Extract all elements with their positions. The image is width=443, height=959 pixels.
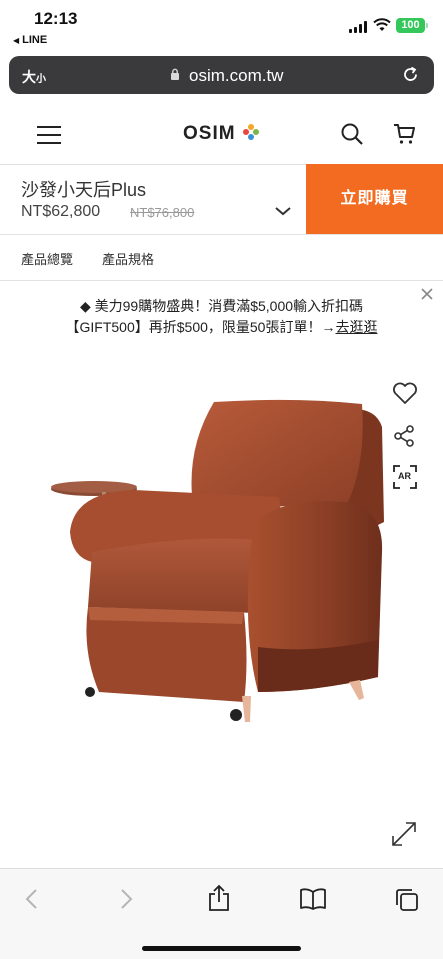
product-summary-bar: 沙發小天后Plus NT$62,800 NT$76,800 立即購買 [0, 164, 443, 234]
ar-label: AR [398, 471, 411, 481]
product-name: 沙發小天后Plus [21, 180, 147, 200]
share-icon[interactable] [392, 424, 416, 448]
product-image [51, 399, 384, 722]
promo-link[interactable]: 去逛逛 [335, 319, 377, 335]
search-icon[interactable] [340, 122, 364, 146]
divider [0, 280, 443, 281]
chevron-down-icon[interactable] [274, 205, 292, 217]
buy-now-button[interactable]: 立即購買 [306, 164, 443, 234]
promo-banner: ◆ 美力99購物盛典！消費滿$5,000輸入折扣碼 【GIFT500】再折$50… [0, 296, 443, 338]
menu-icon[interactable] [37, 126, 61, 144]
battery-indicator: 100 [396, 18, 428, 33]
forward-icon[interactable] [116, 887, 136, 911]
product-price: NT$62,800 [21, 203, 101, 220]
promo-line-2: 【GIFT500】再折$500，限量50張訂單！→去逛逛 [65, 319, 378, 335]
ar-view-button[interactable]: AR [392, 464, 418, 490]
tabs-icon[interactable] [394, 887, 420, 913]
address-bar[interactable]: 大小 osim.com.tw [9, 56, 434, 94]
heart-icon[interactable] [392, 381, 418, 405]
original-price: NT$76,800 [130, 205, 195, 220]
bookmarks-icon[interactable] [299, 887, 327, 911]
site-logo[interactable]: OSIM [183, 123, 236, 145]
promo-line-1: ◆ 美力99購物盛典！消費滿$5,000輸入折扣碼 [79, 298, 364, 314]
share-sheet-icon[interactable] [207, 884, 231, 912]
back-app-label: LINE [22, 34, 48, 46]
product-tabs: 產品總覽 產品規格 [0, 234, 443, 280]
expand-icon[interactable] [390, 820, 418, 848]
logo-flower-icon [243, 124, 259, 140]
back-arrow-icon: ◀ [13, 36, 20, 45]
wifi-icon [373, 18, 391, 31]
status-time: 12:13 [34, 9, 78, 28]
back-icon[interactable] [22, 887, 42, 911]
home-indicator [142, 946, 301, 951]
lock-icon [171, 68, 179, 80]
cart-icon[interactable] [393, 122, 417, 146]
reload-icon[interactable] [401, 65, 420, 84]
text-size-button[interactable]: 大小 [22, 67, 46, 87]
browser-toolbar [0, 868, 443, 959]
back-to-app-link[interactable]: ◀ LINE [13, 34, 47, 46]
site-header: OSIM [0, 106, 443, 164]
tab-specs[interactable]: 產品規格 [102, 249, 154, 268]
tab-overview[interactable]: 產品總覽 [21, 249, 73, 268]
cellular-signal-icon [349, 21, 369, 33]
url-text[interactable]: osim.com.tw [189, 66, 283, 86]
status-bar: 12:13 ◀ LINE 100 [0, 0, 443, 52]
